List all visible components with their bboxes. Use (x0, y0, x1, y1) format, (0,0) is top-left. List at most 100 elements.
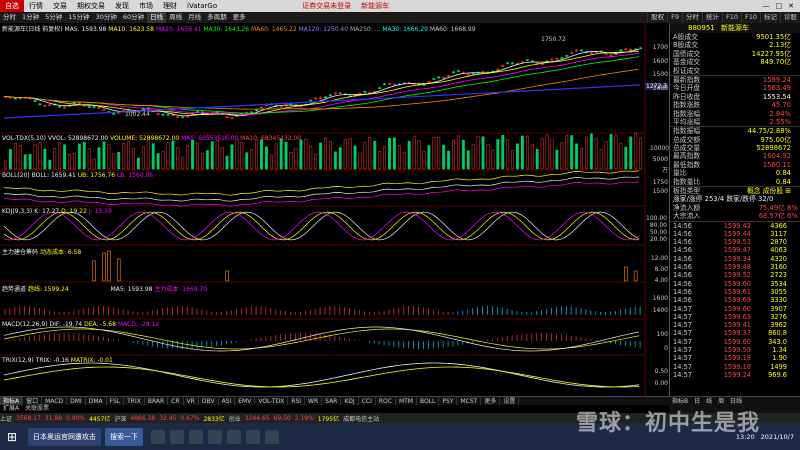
status-item: 3568.17 (16, 414, 41, 422)
quote-row: 国债成交 14227.95亿 (670, 50, 800, 58)
quote-key: 指数涨幅 (673, 109, 701, 118)
period-30min[interactable]: 30分钟 (93, 12, 120, 23)
period-5min[interactable]: 5分钟 (42, 12, 65, 23)
axis-tick: 100 (656, 331, 668, 338)
period-60min[interactable]: 60分钟 (120, 12, 147, 23)
quote-key: 指数振幅 (673, 127, 701, 136)
period-1min[interactable]: 1分钟 (19, 12, 42, 23)
tool-equity[interactable]: 股权 (647, 12, 667, 23)
volume-bar (324, 137, 327, 170)
windows-start-icon[interactable]: ⊞ (0, 425, 24, 449)
volume-bar (378, 151, 382, 170)
quote-panel: 880951 新能源车 A股成交 9501.35亿 B股成交 2.13亿 国债成交 1… (669, 23, 800, 396)
quote-key: 基金成交 (673, 58, 701, 67)
trade-tick-row: 14:57 1599.60 343.0 (670, 338, 800, 346)
matrix-line (3, 366, 640, 388)
window-controls: — □ ✕ (763, 2, 800, 10)
trix-name: TRIX(12,9) (2, 357, 34, 364)
tool-diagnose[interactable]: 诊股 (780, 12, 800, 23)
app-icon[interactable] (265, 429, 279, 444)
quote-value: 1560.11 (762, 160, 791, 169)
period-multi[interactable]: 多周期 (204, 12, 230, 23)
menu-item-markets[interactable]: 市场 (134, 0, 158, 12)
taskbar-browser-tab[interactable]: 日本奥运官网遭攻击 (28, 427, 101, 446)
app-icon[interactable] (227, 429, 241, 444)
period-weekly[interactable]: 周线 (166, 12, 185, 23)
period-daily[interactable]: 日线 (147, 12, 167, 23)
quote-row: 指数振幅 44.75/2.88% (670, 127, 800, 135)
period-monthly[interactable]: 月线 (185, 12, 204, 23)
axis-tick: 万 (661, 167, 668, 174)
app-icon[interactable] (151, 429, 165, 444)
axis-tick: 1400 (652, 307, 668, 314)
macd-dif: DIF: -19.74 (49, 321, 83, 328)
tab-related-stocks[interactable]: 关联股票 (22, 405, 52, 413)
quote-row: 今日开盘 1563.49 (670, 84, 800, 92)
sector-name-link[interactable]: 新能源车 (361, 1, 389, 11)
net-inflow-value: 75.49亿 (758, 203, 785, 212)
menu-item-watchlist[interactable]: 自选 (0, 0, 24, 12)
volume-bar (8, 149, 12, 170)
period-intraday[interactable]: 分时 (0, 12, 19, 23)
axis-tick: 1400 (652, 84, 668, 92)
macd-dif-line (3, 326, 640, 352)
volume-bar (245, 152, 249, 170)
index-code: 880951 (688, 24, 715, 32)
taskbar-search-button[interactable]: 搜索一下 (105, 427, 143, 446)
volume-bar (215, 140, 219, 170)
menu-item-finance[interactable]: 理财 (158, 0, 182, 12)
volume-bar (530, 143, 534, 170)
period-15min[interactable]: 15分钟 (65, 12, 92, 23)
candle-body (614, 53, 618, 55)
tick-price: 1599.59 (723, 346, 751, 355)
volume-bar (343, 138, 347, 170)
tool-f10-alt[interactable]: F10 (740, 12, 760, 23)
login-status-link[interactable]: 证券交易未登录 (302, 1, 351, 11)
quote-value: 0.84 (775, 169, 791, 178)
close-icon[interactable]: ✕ (788, 2, 794, 10)
tab-extension-a[interactable]: 扩展A (0, 405, 22, 413)
volume-bar (319, 142, 323, 170)
tick-time: 14:56 (673, 238, 693, 247)
ma30b-label: MA30: 1666.29 (382, 26, 428, 33)
status-item: 创业 (228, 415, 241, 423)
app-icon[interactable] (246, 429, 260, 444)
tick-volume: 3907 (770, 304, 787, 313)
tool-f9[interactable]: F9 (667, 12, 682, 23)
tool-f10[interactable]: F10 (721, 12, 741, 23)
trade-tick-row: 14:56 1599.44 3117 (670, 230, 800, 238)
app-icon[interactable] (189, 429, 203, 444)
candle-body (323, 96, 327, 99)
app-icon[interactable] (208, 429, 222, 444)
candle-body (309, 99, 313, 102)
status-item: 69.50 (273, 414, 291, 422)
index-name: 新能源车 (720, 24, 749, 32)
tick-price: 1599.24 (723, 370, 751, 379)
tray-date[interactable]: 2021/10/7 (761, 433, 794, 441)
period-more[interactable]: 更多 (230, 12, 249, 23)
tool-mark[interactable]: 标记 (760, 12, 780, 23)
menu-item-options[interactable]: 期权交易 (72, 0, 110, 12)
volume-bar (383, 146, 387, 170)
app-icon[interactable] (170, 429, 184, 444)
status-item: 成都电信主站 (343, 415, 380, 423)
maximize-icon[interactable]: □ (776, 2, 783, 10)
status-item: 4866.38 (130, 414, 156, 422)
trade-tick-row: 14:56 1599.42 4366 (670, 222, 800, 230)
menu-item-trade[interactable]: 交易 (48, 0, 72, 12)
ma-line (3, 50, 640, 115)
menu-item-market[interactable]: 行情 (24, 0, 48, 12)
chart-area[interactable]: 新能源车(日线 前复权) MA5: 1593.98 MA10: 1623.58 … (0, 23, 669, 396)
tool-intraday[interactable]: 分时 (681, 12, 702, 23)
volume-bar (250, 149, 254, 170)
menu-item-ivatargo[interactable]: iVatarGo (182, 0, 222, 12)
position-bar (116, 258, 121, 282)
volume-bar (550, 138, 554, 170)
volume-bar (92, 158, 96, 170)
menu-item-discover[interactable]: 发现 (110, 0, 134, 12)
tool-stats[interactable]: 统计 (701, 12, 722, 23)
volume-bar (407, 140, 411, 170)
minimize-icon[interactable]: — (763, 2, 770, 10)
tick-price: 1599.18 (723, 354, 751, 363)
volume-bar (141, 146, 145, 170)
